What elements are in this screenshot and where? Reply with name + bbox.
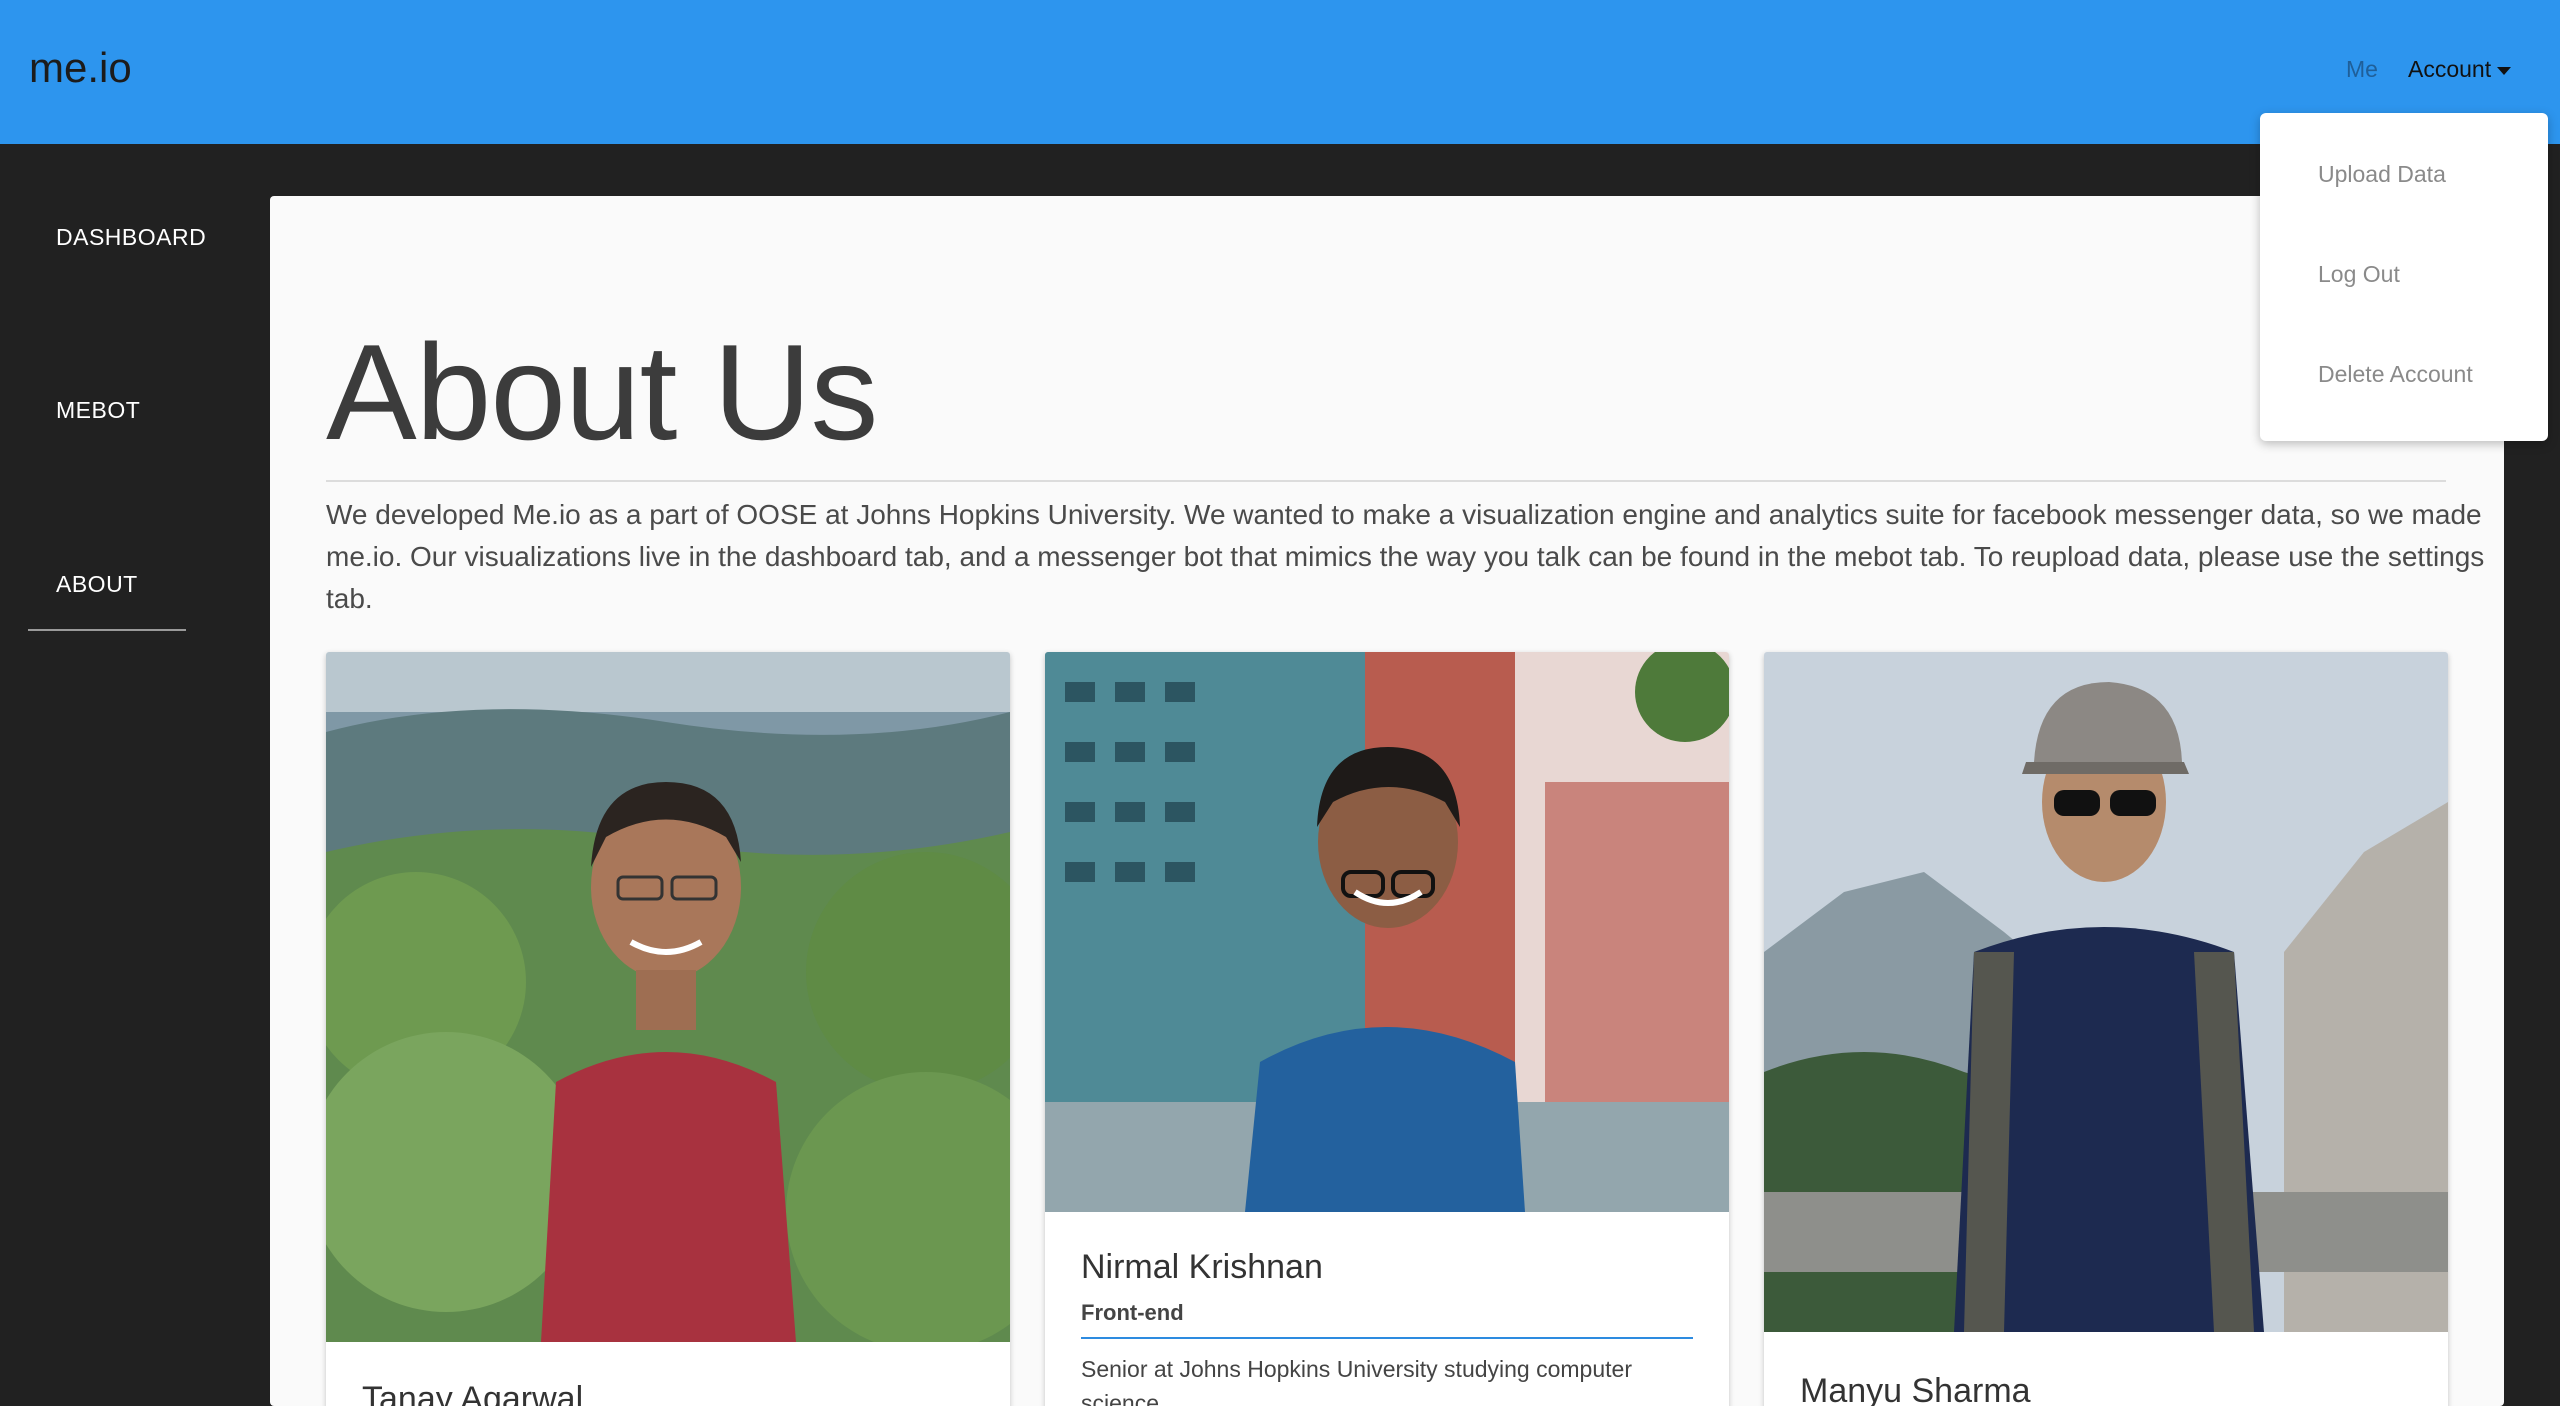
team-card: Tanay Agarwal: [326, 652, 1010, 1406]
team-photo-image: [326, 652, 1010, 1342]
team-member-role: Front-end: [1081, 1300, 1184, 1325]
nav-account-label: Account: [2408, 56, 2492, 82]
page-title: About Us: [326, 316, 878, 468]
team-card: Nirmal Krishnan Front-end Senior at John…: [1045, 652, 1729, 1406]
delete-account-menu-item[interactable]: Delete Account: [2318, 361, 2473, 388]
sidebar-item-about[interactable]: ABOUT: [56, 571, 138, 598]
nav-account-dropdown[interactable]: Account: [2408, 56, 2512, 83]
card-divider: [1081, 1337, 1693, 1339]
team-member-name: Nirmal Krishnan: [1081, 1248, 1323, 1286]
team-photo-image: [1764, 652, 2448, 1332]
about-intro-text: We developed Me.io as a part of OOSE at …: [326, 499, 2485, 614]
team-member-description: Senior at Johns Hopkins University study…: [1081, 1356, 1632, 1406]
upload-data-menu-item[interactable]: Upload Data: [2318, 161, 2446, 188]
team-photo-image: [1045, 652, 1729, 1212]
account-dropdown-menu: Upload Data Log Out Delete Account: [2260, 113, 2548, 441]
sidebar-item-mebot[interactable]: MEBOT: [56, 397, 140, 424]
log-out-menu-item[interactable]: Log Out: [2318, 261, 2400, 288]
sidebar-item-dashboard[interactable]: DASHBOARD: [56, 224, 206, 251]
top-navbar: me.io Me Account: [0, 0, 2560, 144]
sidebar: DASHBOARD MEBOT ABOUT: [0, 144, 270, 1406]
team-member-name: Manyu Sharma: [1800, 1372, 2031, 1406]
caret-down-icon: [2497, 66, 2512, 75]
brand-logo[interactable]: me.io: [29, 44, 132, 92]
team-member-name: Tanay Agarwal: [362, 1380, 584, 1406]
nav-me-link[interactable]: Me: [2346, 56, 2378, 83]
title-divider: [326, 480, 2446, 482]
sidebar-divider: [28, 629, 186, 631]
team-card: Manyu Sharma: [1764, 652, 2448, 1406]
about-content-card: About Us We developed Me.io as a part of…: [270, 196, 2504, 1406]
